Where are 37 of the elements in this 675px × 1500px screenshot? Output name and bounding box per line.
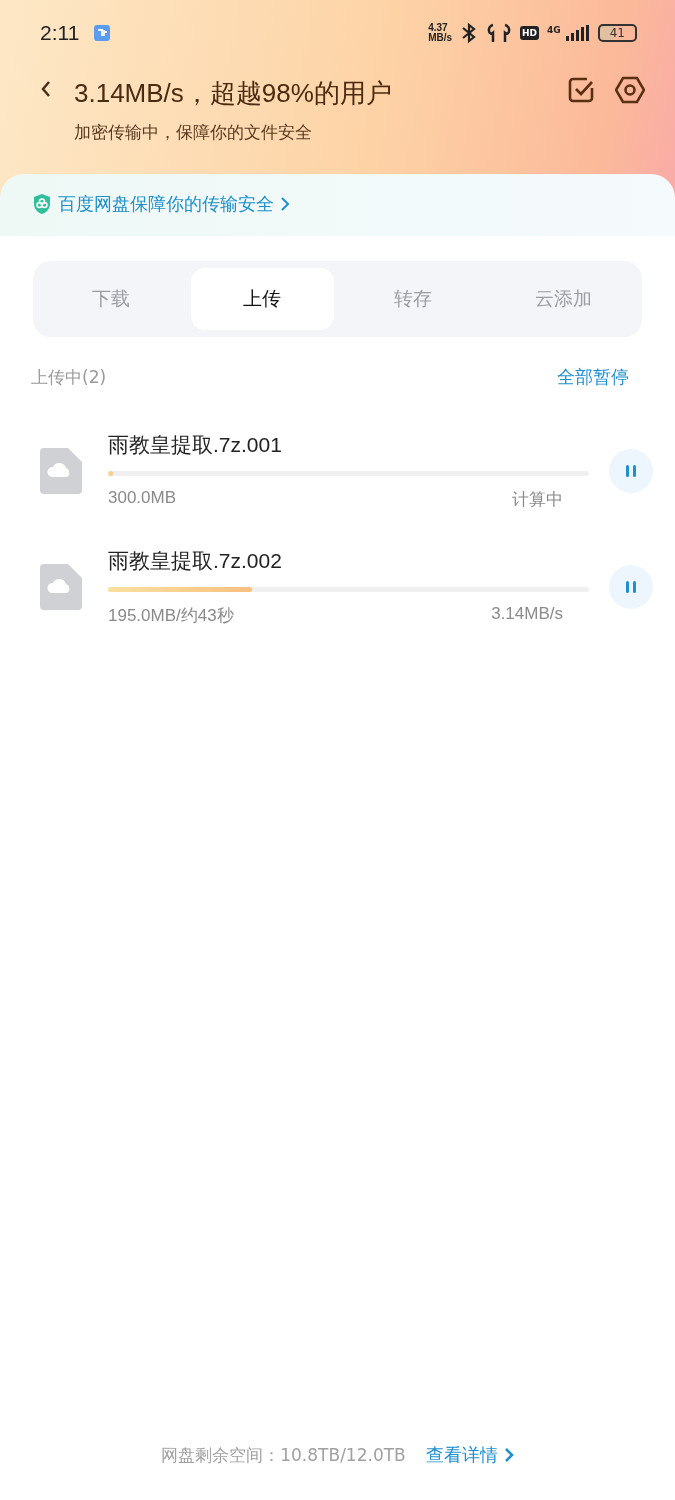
cloud-file-icon <box>40 448 82 494</box>
banner-text: 百度网盘保障你的传输安全 <box>58 192 274 216</box>
storage-info: 网盘剩余空间：10.8TB/12.0TB <box>161 1443 406 1467</box>
pause-icon <box>624 463 638 479</box>
earbuds-icon <box>486 22 513 44</box>
pause-button[interactable] <box>609 449 653 493</box>
security-banner[interactable]: 百度网盘保障你的传输安全 <box>0 174 675 236</box>
transfer-status: 3.14MB/s <box>491 604 563 625</box>
network-speed: 4.37 MB/s <box>428 23 453 43</box>
transfer-status: 计算中 <box>512 489 563 511</box>
tab[interactable]: 下载 <box>40 268 183 330</box>
battery-indicator: 41 <box>597 24 637 42</box>
file-name: 雨教皇提取.7z.002 <box>108 548 283 574</box>
status-time: 2:11 <box>40 21 80 45</box>
file-size: 300.0MB <box>108 488 177 509</box>
tab[interactable]: 云添加 <box>492 268 635 330</box>
section-title: 上传中(2) <box>31 365 107 389</box>
cloud-file-icon <box>40 564 82 610</box>
signal-indicator: 4G <box>547 25 590 41</box>
details-link[interactable]: 查看详情 <box>425 1443 514 1467</box>
hd-badge: HD <box>520 26 540 40</box>
header-subtitle: 加密传输中，保障你的文件安全 <box>74 121 313 144</box>
tab[interactable]: 上传 <box>190 268 334 330</box>
header-title: 3.14MB/s，超越98%的用户 <box>74 77 393 110</box>
pause-icon <box>624 579 638 595</box>
chevron-right-icon <box>280 196 290 212</box>
back-icon[interactable] <box>40 80 52 98</box>
pause-all-button[interactable]: 全部暂停 <box>557 365 629 389</box>
chevron-right-icon <box>503 1447 514 1463</box>
select-checkbox-icon[interactable] <box>567 76 595 104</box>
pause-button[interactable] <box>609 565 653 609</box>
file-size: 195.0MB/约43秒 <box>108 605 234 627</box>
shield-icon <box>32 193 52 215</box>
settings-icon[interactable] <box>615 76 645 104</box>
app-notification-icon <box>93 24 112 42</box>
file-name: 雨教皇提取.7z.001 <box>108 432 283 458</box>
tab[interactable]: 转存 <box>341 268 485 330</box>
